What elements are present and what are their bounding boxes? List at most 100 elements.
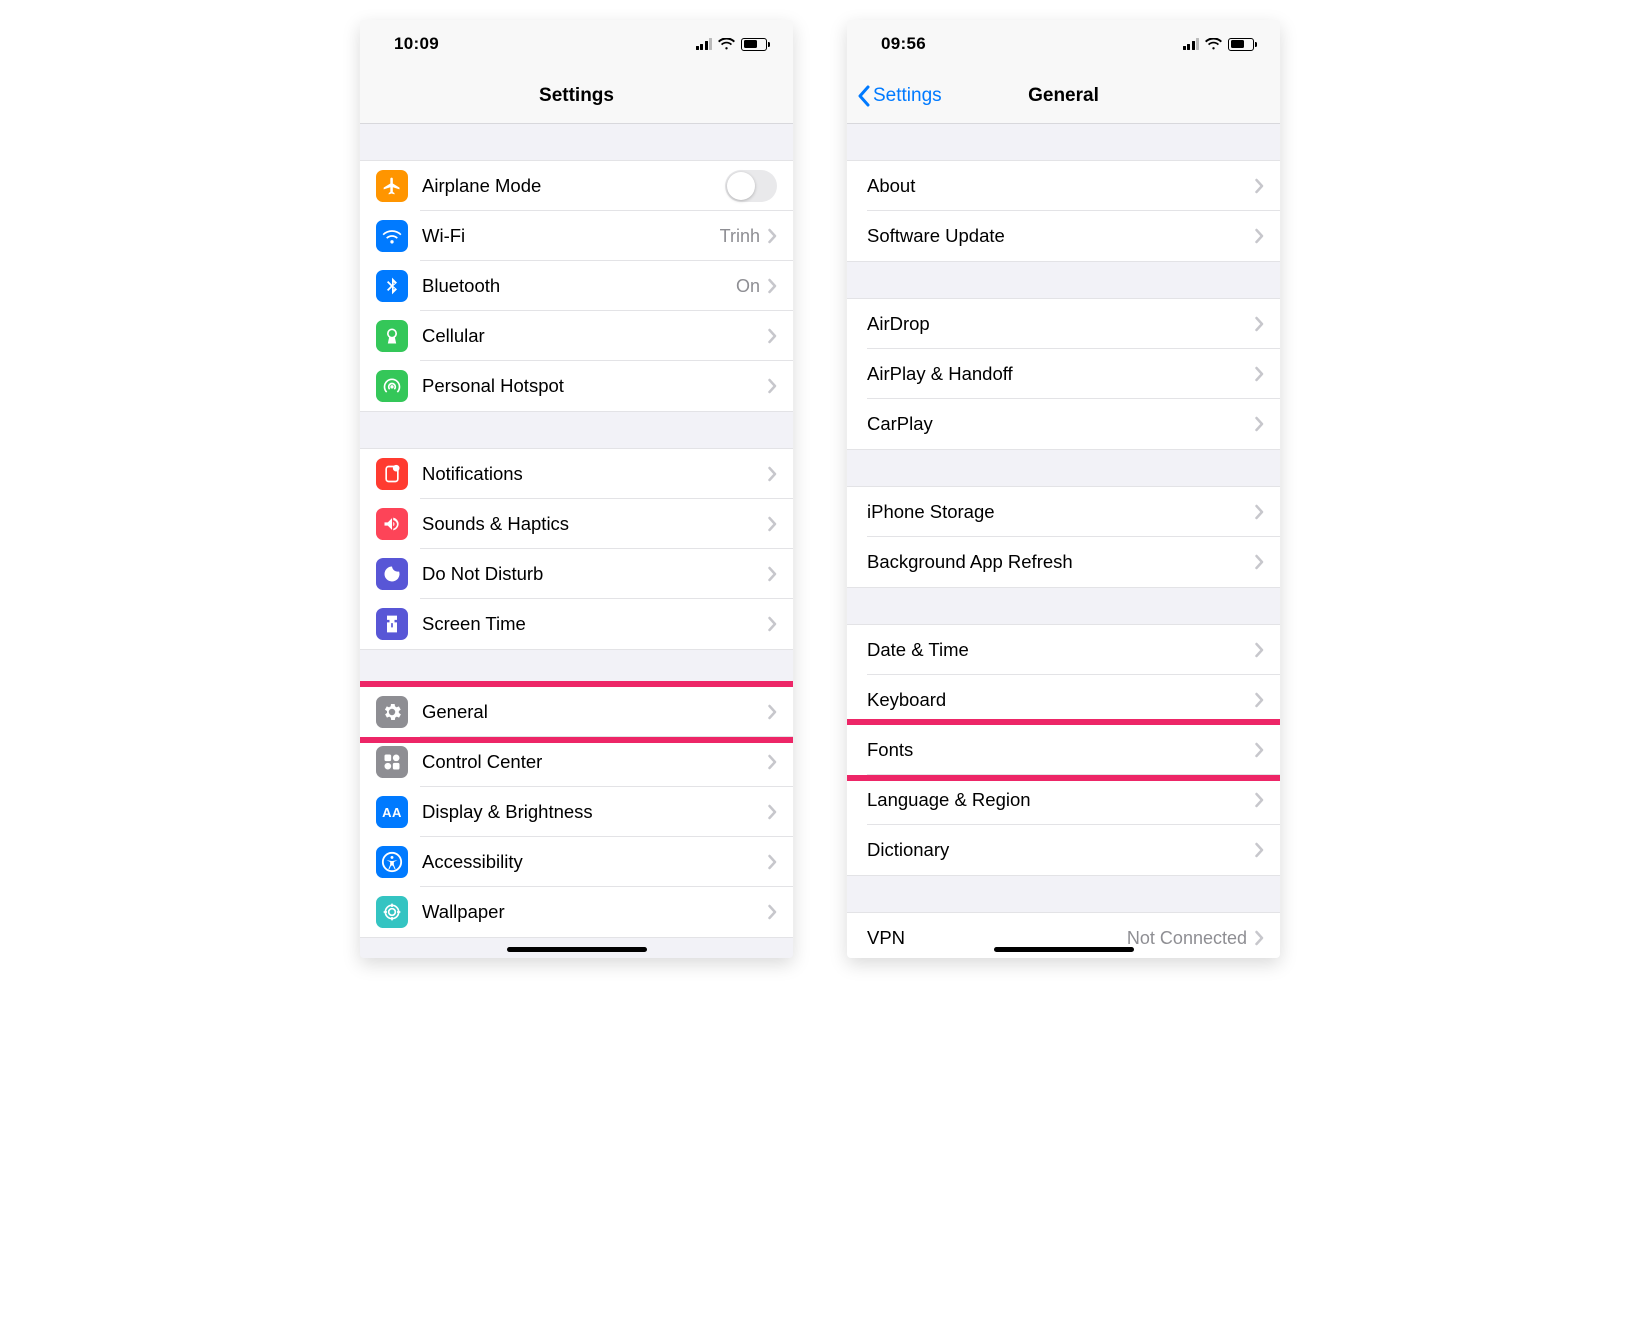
row-label: Wi-Fi bbox=[422, 225, 720, 247]
status-bar: 10:09 bbox=[360, 20, 793, 68]
row-label: Language & Region bbox=[867, 789, 1255, 811]
chevron-right-icon bbox=[768, 854, 777, 870]
row-label: Fonts bbox=[867, 739, 1255, 761]
carplay-row[interactable]: CarPlay bbox=[847, 399, 1280, 449]
nav-bar: Settings General bbox=[847, 68, 1280, 124]
home-indicator[interactable] bbox=[994, 947, 1134, 952]
back-button[interactable]: Settings bbox=[857, 85, 942, 107]
row-value: Trinh bbox=[720, 226, 760, 247]
bluetooth-row[interactable]: BluetoothOn bbox=[360, 261, 793, 311]
chevron-right-icon bbox=[1255, 228, 1264, 244]
settings-root-screen: 10:09 Settings Airplane ModeWi-FiTrinhBl… bbox=[360, 20, 793, 958]
row-label: Bluetooth bbox=[422, 275, 736, 297]
chevron-right-icon bbox=[1255, 642, 1264, 658]
display-brightness-row[interactable]: AADisplay & Brightness bbox=[360, 787, 793, 837]
nav-bar: Settings bbox=[360, 68, 793, 124]
accessibility-icon bbox=[376, 846, 408, 878]
row-label: CarPlay bbox=[867, 413, 1255, 435]
background-app-refresh-row[interactable]: Background App Refresh bbox=[847, 537, 1280, 587]
cellular-icon bbox=[376, 320, 408, 352]
wi-fi-row[interactable]: Wi-FiTrinh bbox=[360, 211, 793, 261]
chevron-right-icon bbox=[1255, 366, 1264, 382]
date-time-row[interactable]: Date & Time bbox=[847, 625, 1280, 675]
sounds-haptics-row[interactable]: Sounds & Haptics bbox=[360, 499, 793, 549]
status-time: 10:09 bbox=[394, 34, 439, 54]
row-label: Date & Time bbox=[867, 639, 1255, 661]
row-label: Sounds & Haptics bbox=[422, 513, 768, 535]
general-settings-screen: 09:56 Settings General About Software Upd… bbox=[847, 20, 1280, 958]
general-list[interactable]: About Software Update AirDrop AirPlay & Han… bbox=[847, 124, 1280, 958]
chevron-right-icon bbox=[768, 566, 777, 582]
airplane-mode-toggle[interactable] bbox=[725, 170, 777, 202]
row-label: Keyboard bbox=[867, 689, 1255, 711]
row-label: AirPlay & Handoff bbox=[867, 363, 1255, 385]
battery-icon bbox=[741, 38, 767, 51]
chevron-right-icon bbox=[768, 328, 777, 344]
chevron-right-icon bbox=[768, 466, 777, 482]
airdrop-row[interactable]: AirDrop bbox=[847, 299, 1280, 349]
status-bar: 09:56 bbox=[847, 20, 1280, 68]
personal-hotspot-row[interactable]: Personal Hotspot bbox=[360, 361, 793, 411]
cellular-signal-icon bbox=[1183, 38, 1200, 50]
chevron-right-icon bbox=[1255, 504, 1264, 520]
home-indicator[interactable] bbox=[507, 947, 647, 952]
row-label: iPhone Storage bbox=[867, 501, 1255, 523]
accessibility-row[interactable]: Accessibility bbox=[360, 837, 793, 887]
chevron-right-icon bbox=[768, 804, 777, 820]
row-value: On bbox=[736, 276, 760, 297]
notifications-row[interactable]: Notifications bbox=[360, 449, 793, 499]
row-label: Software Update bbox=[867, 225, 1255, 247]
row-label: Background App Refresh bbox=[867, 551, 1255, 573]
notifications-icon bbox=[376, 458, 408, 490]
software-update-row[interactable]: Software Update bbox=[847, 211, 1280, 261]
language-region-row[interactable]: Language & Region bbox=[847, 775, 1280, 825]
airplay-handoff-row[interactable]: AirPlay & Handoff bbox=[847, 349, 1280, 399]
airplane-icon bbox=[376, 170, 408, 202]
about-row[interactable]: About bbox=[847, 161, 1280, 211]
chevron-right-icon bbox=[768, 516, 777, 532]
wallpaper-row[interactable]: Wallpaper bbox=[360, 887, 793, 937]
chevron-right-icon bbox=[1255, 316, 1264, 332]
bluetooth-icon bbox=[376, 270, 408, 302]
row-label: Dictionary bbox=[867, 839, 1255, 861]
general-icon bbox=[376, 696, 408, 728]
chevron-right-icon bbox=[1255, 930, 1264, 946]
chevron-right-icon bbox=[768, 278, 777, 294]
cellular-signal-icon bbox=[696, 38, 713, 50]
iphone-storage-row[interactable]: iPhone Storage bbox=[847, 487, 1280, 537]
fonts-row[interactable]: Fonts bbox=[847, 725, 1280, 775]
dictionary-row[interactable]: Dictionary bbox=[847, 825, 1280, 875]
wifi-icon bbox=[376, 220, 408, 252]
keyboard-row[interactable]: Keyboard bbox=[847, 675, 1280, 725]
airplane-mode-row[interactable]: Airplane Mode bbox=[360, 161, 793, 211]
battery-icon bbox=[1228, 38, 1254, 51]
row-label: AirDrop bbox=[867, 313, 1255, 335]
chevron-right-icon bbox=[1255, 792, 1264, 808]
chevron-right-icon bbox=[768, 616, 777, 632]
row-value: Not Connected bbox=[1127, 928, 1247, 949]
row-label: Screen Time bbox=[422, 613, 768, 635]
row-label: Accessibility bbox=[422, 851, 768, 873]
row-label: Notifications bbox=[422, 463, 768, 485]
settings-list[interactable]: Airplane ModeWi-FiTrinhBluetoothOnCellul… bbox=[360, 124, 793, 958]
general-row[interactable]: General bbox=[360, 687, 793, 737]
row-label: Airplane Mode bbox=[422, 175, 725, 197]
do-not-disturb-row[interactable]: Do Not Disturb bbox=[360, 549, 793, 599]
chevron-right-icon bbox=[1255, 178, 1264, 194]
screen-time-row[interactable]: Screen Time bbox=[360, 599, 793, 649]
page-title: Settings bbox=[539, 85, 614, 107]
row-label: Personal Hotspot bbox=[422, 375, 768, 397]
chevron-right-icon bbox=[768, 754, 777, 770]
row-label: Do Not Disturb bbox=[422, 563, 768, 585]
control-center-row[interactable]: Control Center bbox=[360, 737, 793, 787]
wifi-icon bbox=[1205, 38, 1222, 50]
chevron-right-icon bbox=[768, 704, 777, 720]
row-label: About bbox=[867, 175, 1255, 197]
row-label: Control Center bbox=[422, 751, 768, 773]
wallpaper-icon bbox=[376, 896, 408, 928]
chevron-right-icon bbox=[1255, 742, 1264, 758]
chevron-right-icon bbox=[1255, 416, 1264, 432]
sounds-icon bbox=[376, 508, 408, 540]
cellular-row[interactable]: Cellular bbox=[360, 311, 793, 361]
row-label: Display & Brightness bbox=[422, 801, 768, 823]
